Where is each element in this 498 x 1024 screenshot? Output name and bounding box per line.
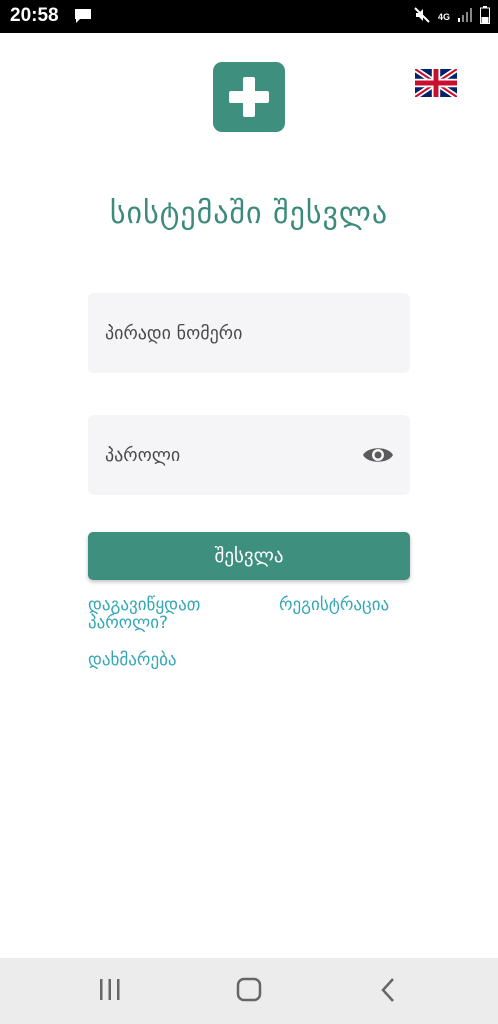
navigation-bar (0, 958, 498, 1024)
help-link[interactable]: დახმარება (88, 651, 177, 669)
chat-message-icon (74, 8, 92, 28)
battery-icon (480, 6, 490, 28)
login-button[interactable]: შესვლა (88, 532, 410, 580)
status-bar: 20:58 4G (0, 0, 498, 33)
forgot-password-link[interactable]: დაგავიწყდათ პაროლი? (88, 596, 268, 632)
status-time: 20:58 (10, 5, 59, 26)
password-field-container (88, 415, 410, 495)
signal-icon (457, 7, 473, 27)
home-icon[interactable] (236, 977, 263, 1007)
back-icon[interactable] (378, 977, 398, 1007)
uk-flag-icon[interactable] (413, 66, 459, 100)
personal-id-input[interactable] (88, 293, 410, 373)
network-label: 4G (437, 11, 450, 22)
recent-apps-icon[interactable] (98, 977, 122, 1007)
personal-id-field-container (88, 293, 410, 373)
mute-icon (413, 6, 431, 28)
page-title: სისტემაში შესვლა (109, 196, 389, 231)
eye-icon[interactable] (362, 443, 394, 467)
register-link[interactable]: რეგისტრაცია (279, 596, 389, 614)
medical-cross-icon (213, 62, 285, 132)
